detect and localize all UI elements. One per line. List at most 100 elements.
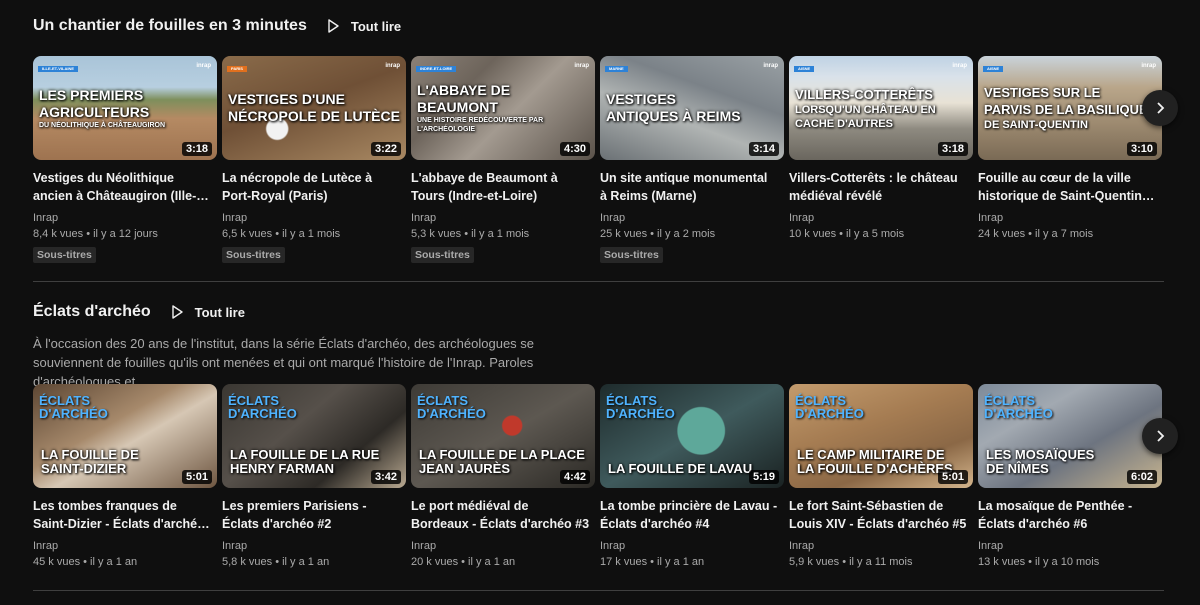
video-info: Le port médiéval de Bordeaux - Éclats d'… bbox=[411, 488, 595, 570]
subtitles-badge: Sous-titres bbox=[33, 247, 96, 263]
video-card[interactable]: ILLE-ET-VILAINE inrap LES PREMIERS AGRICULT… bbox=[33, 56, 217, 263]
video-card[interactable]: AISNE inrap VESTIGES SUR LE PARVIS DE LA BA… bbox=[978, 56, 1162, 263]
shelf-chantier: Un chantier de fouilles en 3 minutes Tou… bbox=[33, 14, 1164, 38]
video-card[interactable]: AISNE inrap VILLERS-COTTERÊTS LORSQU'UN CHÂ… bbox=[789, 56, 973, 263]
thumbnail-headline: LA FOUILLE DE bbox=[41, 447, 139, 462]
video-title[interactable]: Les tombes franques de Saint-Dizier - Éc… bbox=[33, 497, 217, 533]
video-title[interactable]: Les premiers Parisiens - Éclats d'archéo… bbox=[222, 497, 406, 533]
video-info: La tombe princière de Lavau - Éclats d'a… bbox=[600, 488, 784, 570]
channel-name[interactable]: Inrap bbox=[33, 538, 217, 554]
video-title[interactable]: Fouille au cœur de la ville historique d… bbox=[978, 169, 1162, 205]
video-meta: 5,3 k vues • il y a 1 mois bbox=[411, 228, 530, 240]
shelf-title[interactable]: Éclats d'archéo bbox=[33, 303, 151, 321]
subtitles-badge: Sous-titres bbox=[600, 247, 663, 263]
thumbnail-headline: PARVIS DE LA BASILIQUE bbox=[984, 102, 1148, 117]
thumbnail-headline: BEAUMONT bbox=[417, 99, 498, 115]
video-info: L'abbaye de Beaumont à Tours (Indre-et-L… bbox=[411, 160, 595, 263]
video-thumbnail[interactable]: ILLE-ET-VILAINE inrap LES PREMIERS AGRICULT… bbox=[33, 56, 217, 160]
video-thumbnail[interactable]: ÉCLATS D'ARCHÉO LA FOUILLE DE LAVAU 5:19 bbox=[600, 384, 784, 488]
video-thumbnail[interactable]: INDRE-ET-LOIRE inrap L'ABBAYE DE BEAUMONT UN… bbox=[411, 56, 595, 160]
video-meta: 20 k vues • il y a 1 an bbox=[411, 556, 516, 568]
channel-name[interactable]: Inrap bbox=[33, 210, 217, 226]
video-thumbnail[interactable]: ÉCLATS D'ARCHÉO LA FOUILLE DE LA RUE HENRY… bbox=[222, 384, 406, 488]
video-thumbnail[interactable]: ÉCLATS D'ARCHÉO LA FOUILLE DE SAINT-DIZIER… bbox=[33, 384, 217, 488]
thumbnail-headline: LA FOUILLE DE LA PLACE bbox=[419, 447, 585, 462]
video-title[interactable]: Le fort Saint-Sébastien de Louis XIV - É… bbox=[789, 497, 973, 533]
video-meta: 10 k vues • il y a 5 mois bbox=[789, 228, 905, 240]
video-title[interactable]: Villers-Cotterêts : le château médiéval … bbox=[789, 169, 973, 205]
channel-name[interactable]: Inrap bbox=[411, 210, 595, 226]
duration-badge: 4:30 bbox=[559, 142, 590, 156]
next-button[interactable] bbox=[1142, 418, 1178, 454]
video-card[interactable]: ÉCLATS D'ARCHÉO LA FOUILLE DE SAINT-DIZIER… bbox=[33, 384, 217, 570]
channel-name[interactable]: Inrap bbox=[411, 538, 595, 554]
video-info: Villers-Cotterêts : le château médiéval … bbox=[789, 160, 973, 242]
video-info: Les tombes franques de Saint-Dizier - Éc… bbox=[33, 488, 217, 570]
channel-name[interactable]: Inrap bbox=[789, 210, 973, 226]
duration-badge: 3:18 bbox=[181, 142, 212, 156]
video-card[interactable]: ÉCLATS D'ARCHÉO LA FOUILLE DE LA RUE HENRY… bbox=[222, 384, 406, 570]
video-thumbnail[interactable]: AISNE inrap VESTIGES SUR LE PARVIS DE LA BA… bbox=[978, 56, 1162, 160]
video-title[interactable]: La mosaïque de Penthée - Éclats d'archéo… bbox=[978, 497, 1162, 533]
video-info: Les premiers Parisiens - Éclats d'archéo… bbox=[222, 488, 406, 570]
thumbnail-subtitle: UNE HISTOIRE REDÉCOUVERTE PAR L'ARCHÉOLO… bbox=[417, 117, 544, 133]
thumbnail-headline: VESTIGES bbox=[606, 91, 677, 107]
video-card[interactable]: INDRE-ET-LOIRE inrap L'ABBAYE DE BEAUMONT UN… bbox=[411, 56, 595, 263]
play-all-button[interactable]: Tout lire bbox=[169, 304, 245, 320]
channel-name[interactable]: Inrap bbox=[789, 538, 973, 554]
chevron-right-icon bbox=[1157, 102, 1165, 114]
video-thumbnail[interactable]: PARIS inrap VESTIGES D'UNE NÉCROPOLE DE LUT… bbox=[222, 56, 406, 160]
video-meta: 8,4 k vues • il y a 12 jours bbox=[33, 228, 158, 240]
video-card[interactable]: ÉCLATS D'ARCHÉO LA FOUILLE DE LA PLACE JEA… bbox=[411, 384, 595, 570]
duration-badge: 3:10 bbox=[1126, 142, 1157, 156]
video-thumbnail[interactable]: ÉCLATS D'ARCHÉO LE CAMP MILITAIRE DE LA FO… bbox=[789, 384, 973, 488]
duration-badge: 3:18 bbox=[937, 142, 968, 156]
duration-badge: 5:01 bbox=[181, 470, 212, 484]
video-meta: 13 k vues • il y a 10 mois bbox=[978, 556, 1100, 568]
channel-name[interactable]: Inrap bbox=[600, 538, 784, 554]
video-card[interactable]: ÉCLATS D'ARCHÉO LA FOUILLE DE LAVAU 5:19 La… bbox=[600, 384, 784, 570]
channel-name[interactable]: Inrap bbox=[222, 538, 406, 554]
shelf-divider bbox=[33, 281, 1164, 282]
video-title[interactable]: La nécropole de Lutèce à Port-Royal (Par… bbox=[222, 169, 406, 205]
video-meta: 45 k vues • il y a 1 an bbox=[33, 556, 138, 568]
shelf-description: À l'occasion des 20 ans de l'institut, d… bbox=[33, 336, 535, 389]
channel-name[interactable]: Inrap bbox=[222, 210, 406, 226]
video-thumbnail[interactable]: ÉCLATS D'ARCHÉO LES MOSAÏQUES DE NÎMES 6:02 bbox=[978, 384, 1162, 488]
thumbnail-headline: AGRICULTEURS bbox=[39, 103, 150, 120]
video-thumbnail[interactable]: ÉCLATS D'ARCHÉO LA FOUILLE DE LA PLACE JEA… bbox=[411, 384, 595, 488]
video-info: La nécropole de Lutèce à Port-Royal (Par… bbox=[222, 160, 406, 263]
video-card[interactable]: MARNE inrap VESTIGES ANTIQUES À REIMS 3:14 Un… bbox=[600, 56, 784, 263]
play-outline-icon bbox=[328, 19, 339, 33]
video-info: Le fort Saint-Sébastien de Louis XIV - É… bbox=[789, 488, 973, 570]
video-title[interactable]: La tombe princière de Lavau - Éclats d'a… bbox=[600, 497, 784, 533]
thumbnail-headline: L'ABBAYE DE bbox=[417, 82, 511, 98]
video-title[interactable]: Un site antique monumental à Reims (Marn… bbox=[600, 169, 784, 205]
thumbnail-headline: LE CAMP MILITAIRE DE bbox=[797, 447, 945, 462]
video-thumbnail[interactable]: AISNE inrap VILLERS-COTTERÊTS LORSQU'UN CHÂ… bbox=[789, 56, 973, 160]
play-outline-icon bbox=[171, 305, 183, 319]
channel-name[interactable]: Inrap bbox=[978, 210, 1162, 226]
channel-name[interactable]: Inrap bbox=[978, 538, 1162, 554]
video-card[interactable]: ÉCLATS D'ARCHÉO LE CAMP MILITAIRE DE LA FO… bbox=[789, 384, 973, 570]
video-title[interactable]: Le port médiéval de Bordeaux - Éclats d'… bbox=[411, 497, 595, 533]
video-meta: 25 k vues • il y a 2 mois bbox=[600, 228, 716, 240]
duration-badge: 3:22 bbox=[370, 142, 401, 156]
channel-name[interactable]: Inrap bbox=[600, 210, 784, 226]
eclats-archeo-logo: ÉCLATS D'ARCHÉO bbox=[984, 393, 1053, 421]
shelf-title[interactable]: Un chantier de fouilles en 3 minutes bbox=[33, 17, 307, 35]
video-row: ILLE-ET-VILAINE inrap LES PREMIERS AGRICULT… bbox=[33, 56, 1162, 263]
video-card[interactable]: PARIS inrap VESTIGES D'UNE NÉCROPOLE DE LUT… bbox=[222, 56, 406, 263]
video-thumbnail[interactable]: MARNE inrap VESTIGES ANTIQUES À REIMS 3:14 bbox=[600, 56, 784, 160]
play-all-label: Tout lire bbox=[194, 304, 245, 320]
video-title[interactable]: Vestiges du Néolithique ancien à Château… bbox=[33, 169, 217, 205]
video-title[interactable]: L'abbaye de Beaumont à Tours (Indre-et-L… bbox=[411, 169, 595, 205]
video-card[interactable]: ÉCLATS D'ARCHÉO LES MOSAÏQUES DE NÎMES 6:02… bbox=[978, 384, 1162, 570]
next-button[interactable] bbox=[1142, 90, 1178, 126]
chevron-right-icon bbox=[1157, 430, 1165, 442]
thumbnail-headline: ANTIQUES À REIMS bbox=[606, 108, 741, 124]
shelf-divider bbox=[33, 590, 1164, 591]
eclats-archeo-logo: ÉCLATS D'ARCHÉO bbox=[39, 393, 108, 421]
duration-badge: 5:01 bbox=[937, 470, 968, 484]
play-all-button[interactable]: Tout lire bbox=[325, 18, 401, 34]
